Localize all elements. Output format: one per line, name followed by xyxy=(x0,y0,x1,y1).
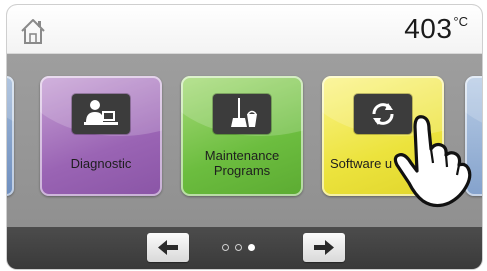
diagnostic-tile[interactable]: Diagnostic xyxy=(40,76,162,196)
maintenance-programs-label: Maintenance Programs xyxy=(181,148,303,178)
previous-tile-edge[interactable] xyxy=(7,76,14,196)
arrow-right-icon xyxy=(314,240,334,255)
home-icon[interactable] xyxy=(18,16,48,46)
next-page-button[interactable] xyxy=(303,233,345,262)
temperature-value: 403 xyxy=(404,13,453,44)
arrow-left-icon xyxy=(158,240,178,255)
pagination-bar xyxy=(7,227,482,269)
page-indicator xyxy=(222,244,255,251)
diagnostic-label: Diagnostic xyxy=(70,156,132,171)
temperature-readout: 403 °C xyxy=(404,11,468,47)
pointing-hand-icon xyxy=(393,115,472,208)
broom-bucket-icon xyxy=(213,94,271,134)
maintenance-label-line: Maintenance Programs xyxy=(204,148,280,178)
maintenance-programs-tile[interactable]: Maintenance Programs xyxy=(181,76,303,196)
header-bar: 403 °C xyxy=(7,5,482,54)
temperature-unit: °C xyxy=(453,14,468,29)
page-dot-1 xyxy=(222,244,229,251)
page-dot-3-active xyxy=(248,244,255,251)
page-dot-2 xyxy=(235,244,242,251)
previous-page-button[interactable] xyxy=(147,233,189,262)
person-desk-icon xyxy=(72,94,130,134)
